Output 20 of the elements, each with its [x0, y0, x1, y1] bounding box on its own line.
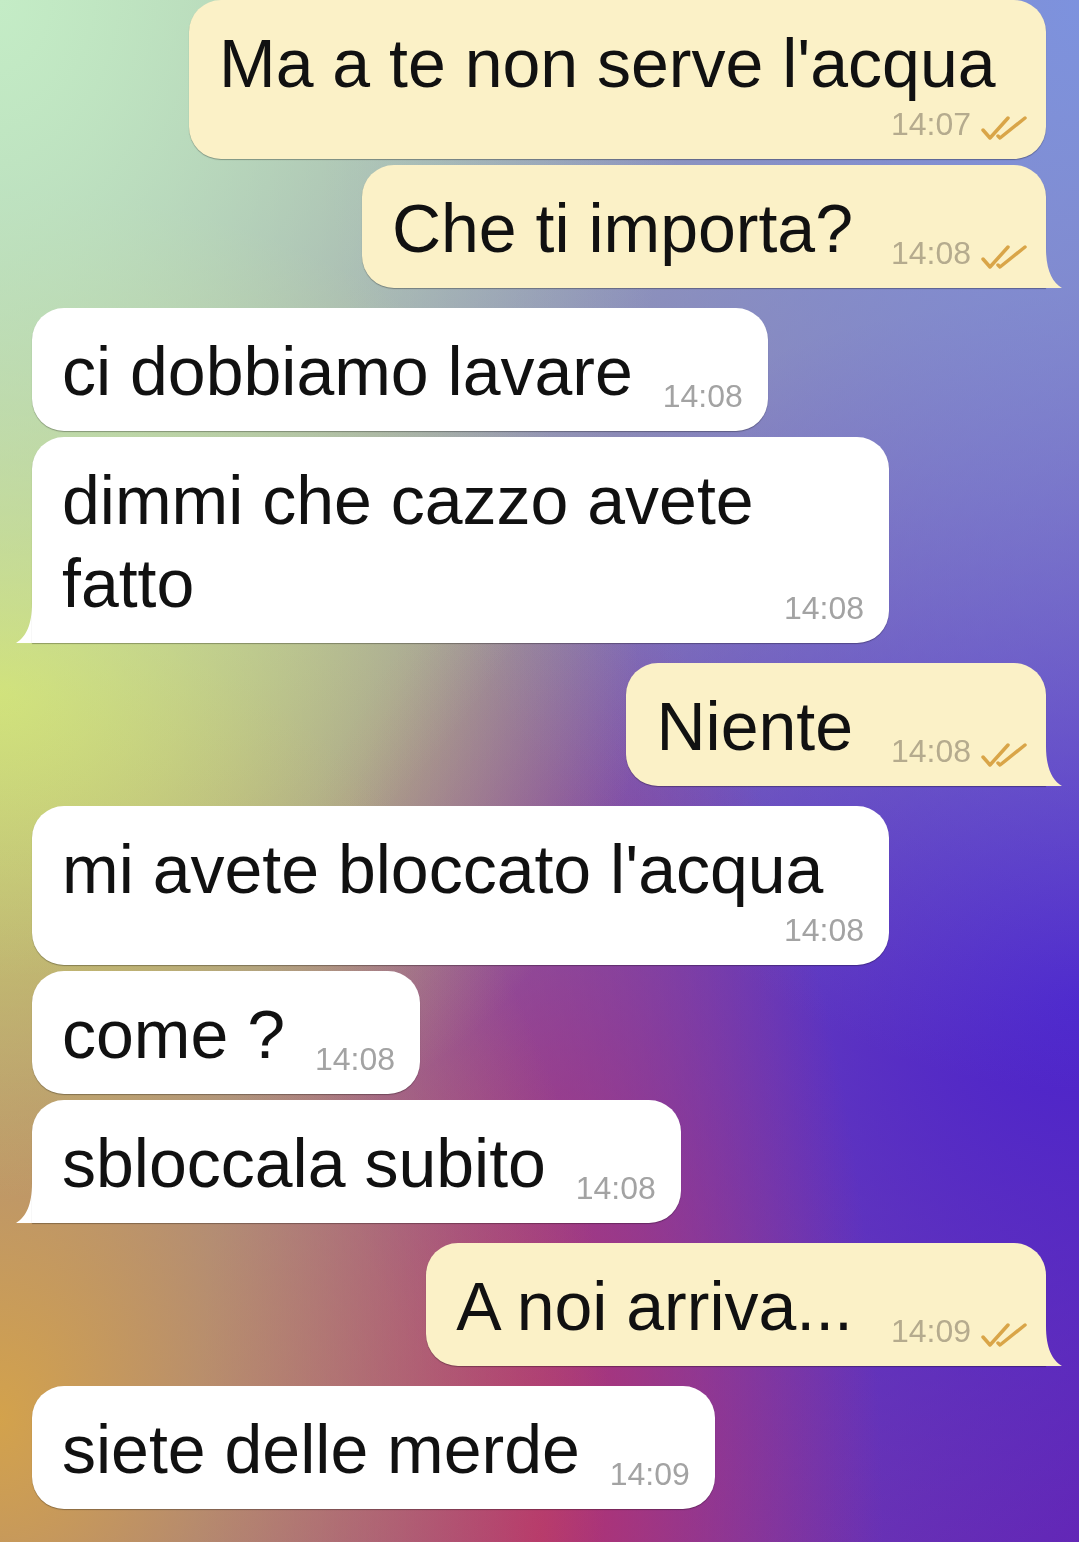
message-text: A noi arriva...	[456, 1268, 853, 1344]
message-text: dimmi che cazzo avete fatto	[62, 462, 754, 621]
message-text: siete delle merde	[62, 1411, 580, 1487]
message-time: 14:09	[890, 1314, 971, 1348]
message-text: Niente	[656, 688, 853, 764]
message-time: 14:09	[609, 1457, 690, 1491]
message-text: come ?	[62, 996, 285, 1072]
message-time: 14:08	[783, 591, 864, 625]
message-time: 14:08	[314, 1042, 395, 1076]
message-text: sbloccala subito	[62, 1125, 546, 1201]
message-text: ci dobbiamo lavare	[62, 333, 633, 409]
message-time: 14:07	[890, 107, 971, 141]
message-time: 14:08	[783, 913, 864, 947]
message-text: Ma a te non serve l'acqua	[219, 25, 996, 101]
message-time: 14:08	[575, 1171, 656, 1205]
message-time: 14:08	[890, 236, 971, 270]
message-text: Che ti importa?	[391, 190, 853, 266]
message-time: 14:08	[890, 734, 971, 768]
message-text: mi avete bloccato l'acqua	[62, 831, 824, 907]
message-time: 14:08	[662, 379, 743, 413]
